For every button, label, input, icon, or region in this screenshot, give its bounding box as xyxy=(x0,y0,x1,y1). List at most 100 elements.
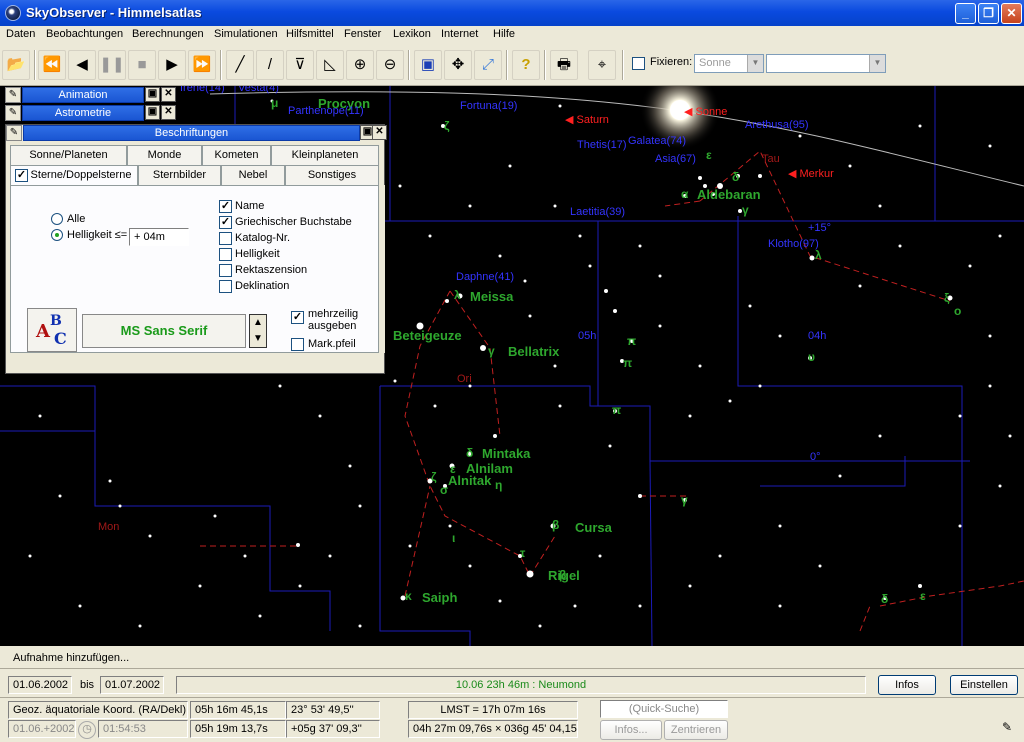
label-meissa[interactable]: Meissa xyxy=(470,289,513,304)
label-beteigeuze[interactable]: Beteigeuze xyxy=(393,328,462,343)
menu-internet[interactable]: Internet xyxy=(441,28,478,40)
fixieren-object-select[interactable]: Sonne ▼ xyxy=(694,54,764,73)
close-button[interactable]: ✕ xyxy=(1001,3,1022,24)
pencil-icon[interactable]: ✎ xyxy=(6,125,22,141)
tab-sternbilder[interactable]: Sternbilder xyxy=(138,165,221,185)
label-irene[interactable]: Irene(14) xyxy=(180,86,225,94)
help-icon[interactable]: ? xyxy=(512,50,540,80)
step-forward-icon[interactable]: ▶ xyxy=(158,50,186,80)
menu-berechnungen[interactable]: Berechnungen xyxy=(132,28,204,40)
label-arethusa[interactable]: Arethusa(95) xyxy=(745,119,809,131)
label-merkur[interactable]: ◀ Merkur xyxy=(788,167,834,180)
menu-lexikon[interactable]: Lexikon xyxy=(393,28,431,40)
app-icon[interactable] xyxy=(5,5,21,21)
restore-icon[interactable]: ▣ xyxy=(145,105,160,120)
menu-fenster[interactable]: Fenster xyxy=(344,28,381,40)
label-thetis[interactable]: Thetis(17) xyxy=(577,139,627,151)
font-size-spinner[interactable]: ▲ ▼ xyxy=(249,314,267,348)
checkbox-katalog[interactable] xyxy=(219,232,232,245)
zoom-in-icon[interactable]: ⊕ xyxy=(346,50,374,80)
menu-hilfsmittel[interactable]: Hilfsmittel xyxy=(286,28,334,40)
date-field[interactable]: 01.06.+2002 xyxy=(8,720,76,738)
date-to-field[interactable]: 01.07.2002 xyxy=(100,676,164,694)
pencil-icon[interactable]: ✎ xyxy=(5,87,21,103)
checkbox-mehrzeilig[interactable]: ✓ xyxy=(291,311,304,324)
menu-beobachtungen[interactable]: Beobachtungen xyxy=(46,28,123,40)
close-icon[interactable]: ✕ xyxy=(161,105,176,120)
printer-icon[interactable]: 🖶 xyxy=(550,50,578,80)
font-name-display[interactable]: MS Sans Serif xyxy=(82,314,246,348)
clock-icon[interactable]: ◷ xyxy=(78,721,96,739)
label-fortuna[interactable]: Fortuna(19) xyxy=(460,100,517,112)
menu-daten[interactable]: Daten xyxy=(6,28,35,40)
checkbox-name[interactable]: ✓ xyxy=(219,200,232,213)
rewind-fast-icon[interactable]: ⏪ xyxy=(38,50,66,80)
zoom-out-icon[interactable]: ⊖ xyxy=(376,50,404,80)
font-select-button[interactable]: A B C xyxy=(27,308,77,352)
title-bar[interactable]: SkyObserver - Himmelsatlas _ ❐ ✕ xyxy=(0,0,1024,26)
label-laetitia[interactable]: Laetitia(39) xyxy=(570,206,625,218)
line-diagonal-icon[interactable]: / xyxy=(256,50,284,80)
telescope-icon[interactable]: ⌖ xyxy=(588,50,616,80)
checkbox-rektaszension[interactable] xyxy=(219,264,232,277)
label-aldebaran[interactable]: Aldebaran xyxy=(697,187,761,202)
fixieren-detail-select[interactable]: ▼ xyxy=(766,54,886,73)
label-saturn[interactable]: ◀ Saturn xyxy=(565,113,609,126)
label-galatea[interactable]: Galatea(74) xyxy=(628,135,686,147)
triangle-icon[interactable]: ◺ xyxy=(316,50,344,80)
fixieren-checkbox[interactable] xyxy=(632,57,645,70)
menu-hilfe[interactable]: Hilfe xyxy=(493,28,515,40)
expand-arrows-icon[interactable]: ✥ xyxy=(444,50,472,80)
line-horizontal-icon[interactable]: ╱ xyxy=(226,50,254,80)
pause-icon[interactable]: ❚❚ xyxy=(98,50,126,80)
tab-checkbox[interactable]: ✓ xyxy=(15,169,28,182)
menu-simulationen[interactable]: Simulationen xyxy=(214,28,278,40)
step-back-icon[interactable]: ◀ xyxy=(68,50,96,80)
quick-search-input[interactable]: (Quick-Suche) xyxy=(600,700,728,718)
stop-icon[interactable]: ■ xyxy=(128,50,156,80)
astrometrie-panel-bar[interactable]: Astrometrie xyxy=(22,105,144,121)
tab-sonne-planeten[interactable]: Sonne/Planeten xyxy=(10,145,127,165)
measure-icon[interactable]: ⤢ xyxy=(474,50,502,80)
restore-icon[interactable]: ▣ xyxy=(145,87,160,102)
checkbox-deklination[interactable] xyxy=(219,280,232,293)
checkbox-helligkeit[interactable] xyxy=(219,248,232,261)
maximize-button[interactable]: ❐ xyxy=(978,3,999,24)
animation-panel-bar[interactable]: Animation xyxy=(22,87,144,103)
helligkeit-input[interactable]: + 04m xyxy=(129,228,189,246)
label-klotho[interactable]: Klotho(97) xyxy=(768,238,819,250)
label-sonne[interactable]: ◀ Sonne xyxy=(684,105,727,118)
checkbox-griechisch[interactable]: ✓ xyxy=(219,216,232,229)
tab-sonstiges[interactable]: Sonstiges xyxy=(285,165,379,185)
forward-fast-icon[interactable]: ⏩ xyxy=(188,50,216,80)
time-field[interactable]: 01:54:53 xyxy=(98,720,188,738)
infos-secondary-button[interactable]: Infos... xyxy=(600,720,662,740)
close-icon[interactable]: ✕ xyxy=(372,125,387,140)
radio-alle[interactable] xyxy=(51,213,63,225)
date-from-field[interactable]: 01.06.2002 xyxy=(8,676,72,694)
checkbox-markpfeil[interactable] xyxy=(291,338,304,351)
label-saiph[interactable]: Saiph xyxy=(422,590,457,605)
label-parthenope[interactable]: Parthenope(11) xyxy=(288,105,364,117)
label-vesta[interactable]: Vesta(4) xyxy=(238,86,279,94)
angle-icon[interactable]: ⊽ xyxy=(286,50,314,80)
radio-helligkeit[interactable] xyxy=(51,229,63,241)
fit-window-icon[interactable]: ▣ xyxy=(414,50,442,80)
label-asia[interactable]: Asia(67) xyxy=(655,153,696,165)
minimize-button[interactable]: _ xyxy=(955,3,976,24)
open-folder-icon[interactable]: 📂 xyxy=(2,50,30,80)
tab-kometen[interactable]: Kometen xyxy=(202,145,271,165)
beschriftungen-title-bar[interactable]: Beschriftungen xyxy=(23,125,360,141)
close-icon[interactable]: ✕ xyxy=(161,87,176,102)
infos-button[interactable]: Infos xyxy=(878,675,936,695)
label-bellatrix[interactable]: Bellatrix xyxy=(508,344,559,359)
tab-nebel[interactable]: Nebel xyxy=(221,165,285,185)
label-daphne[interactable]: Daphne(41) xyxy=(456,271,514,283)
tab-kleinplaneten[interactable]: Kleinplaneten xyxy=(271,145,379,165)
einstellen-button[interactable]: Einstellen xyxy=(950,675,1018,695)
zentrieren-button[interactable]: Zentrieren xyxy=(664,720,728,740)
tab-monde[interactable]: Monde xyxy=(127,145,202,165)
tab-sterne-doppelsterne[interactable]: ✓ Sterne/Doppelsterne xyxy=(10,165,138,185)
pencil-icon[interactable]: ✎ xyxy=(998,720,1016,738)
panel-scrollbar[interactable] xyxy=(379,185,385,353)
